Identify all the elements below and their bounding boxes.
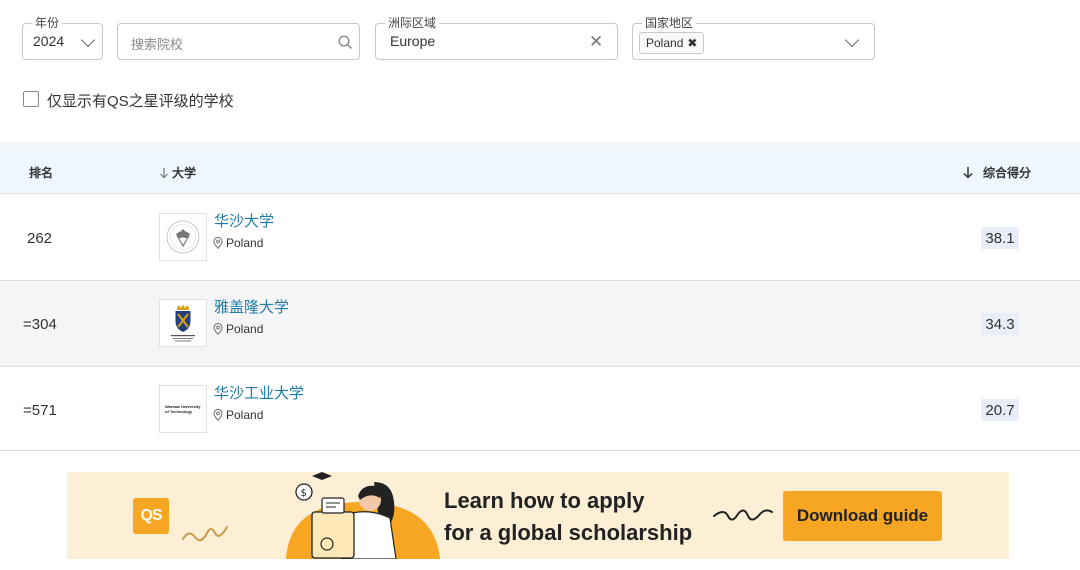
country-chip: Poland ✖: [639, 32, 705, 54]
banner-headline: Learn how to apply for a global scholars…: [444, 485, 692, 549]
download-guide-button[interactable]: Download guide: [783, 491, 942, 541]
year-legend: 年份: [32, 15, 63, 31]
table-row[interactable]: 262 华沙大学 Poland 38.1: [0, 195, 1080, 281]
university-name-link[interactable]: 华沙工业大学: [214, 382, 304, 403]
country-label: Poland: [226, 408, 264, 422]
country-select[interactable]: 国家地区 Poland ✖: [632, 15, 875, 60]
qs-logo: QS: [133, 498, 169, 534]
country-label: Poland: [226, 322, 264, 336]
location-pin-icon: [213, 237, 223, 249]
search-icon: [338, 35, 352, 49]
university-name-link[interactable]: 雅盖隆大学: [214, 296, 289, 317]
region-select[interactable]: 洲际区域 Europe ✕: [375, 15, 618, 60]
score-badge: 38.1: [981, 227, 1019, 249]
location-pin-icon: [213, 323, 223, 335]
table-header: 排名 大学 综合得分: [0, 149, 1080, 194]
sort-arrow-icon: [963, 167, 973, 179]
remove-chip-icon[interactable]: ✖: [687, 36, 697, 50]
table-row[interactable]: =571 Warsaw University of Technology 华沙工…: [0, 367, 1080, 451]
year-select[interactable]: 年份 2024: [22, 15, 103, 60]
score-header[interactable]: 综合得分: [962, 164, 1031, 181]
squiggle-decoration-icon: [182, 526, 228, 542]
university-header[interactable]: 大学: [159, 164, 196, 181]
rank-value: =304: [23, 316, 57, 333]
svg-text:$: $: [301, 488, 307, 499]
university-header-label: 大学: [172, 166, 197, 180]
country-label: Poland: [226, 236, 264, 250]
chevron-down-icon: [80, 32, 96, 48]
squiggle-decoration-icon: [713, 509, 773, 521]
student-illustration-icon: $: [286, 472, 440, 559]
university-of-warsaw-emblem-icon: [166, 220, 200, 254]
chevron-down-icon: [844, 32, 860, 48]
country-legend: 国家地区: [642, 15, 697, 31]
search-input[interactable]: 搜索院校: [117, 23, 360, 60]
sort-arrow-icon: [160, 167, 168, 178]
section-divider: [0, 141, 1080, 149]
banner-line-2: for a global scholarship: [444, 520, 693, 545]
score-header-label: 综合得分: [983, 166, 1032, 180]
banner-line-1: Learn how to apply: [444, 488, 645, 513]
table-row[interactable]: =304 雅盖隆大学 Poland 34.3: [0, 281, 1080, 367]
score-badge: 20.7: [981, 399, 1019, 421]
region-value: Europe: [390, 33, 436, 49]
wut-logo-text-line2: of Technology: [165, 409, 193, 414]
rank-header[interactable]: 排名: [29, 164, 53, 181]
year-value: 2024: [33, 33, 65, 49]
rank-value: 262: [27, 230, 53, 247]
search-placeholder: 搜索院校: [131, 37, 184, 52]
university-country: Poland: [213, 236, 263, 250]
university-country: Poland: [213, 322, 263, 336]
qs-stars-checkbox[interactable]: [23, 91, 39, 107]
rank-value: =571: [23, 402, 57, 419]
region-legend: 洲际区域: [385, 15, 440, 31]
clear-region-icon[interactable]: ✕: [589, 33, 603, 50]
jagiellonian-university-crest-icon: [171, 304, 195, 342]
scholarship-banner[interactable]: QS $ Learn how to apply for a global sch…: [67, 472, 1009, 559]
university-name-link[interactable]: 华沙大学: [214, 210, 274, 231]
score-badge: 34.3: [981, 313, 1019, 335]
university-country: Poland: [213, 408, 263, 422]
qs-stars-label: 仅显示有QS之星评级的学校: [47, 93, 234, 110]
university-logo[interactable]: [159, 299, 207, 347]
country-chip-label: Poland: [646, 36, 684, 50]
university-logo[interactable]: Warsaw University of Technology: [159, 385, 207, 433]
location-pin-icon: [213, 409, 223, 421]
university-logo[interactable]: [159, 213, 207, 261]
